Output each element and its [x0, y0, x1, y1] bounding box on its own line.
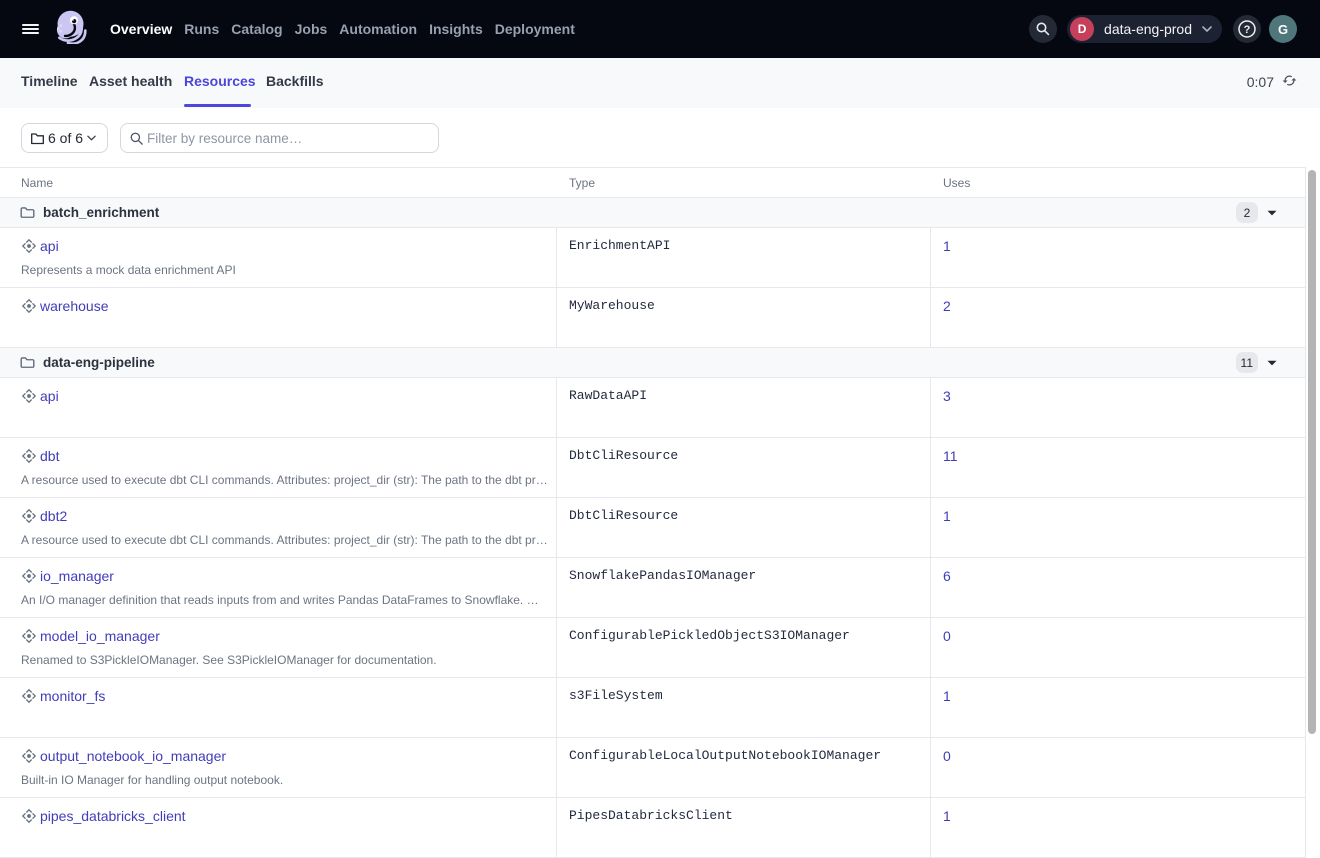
svg-text:?: ?: [1244, 24, 1251, 36]
